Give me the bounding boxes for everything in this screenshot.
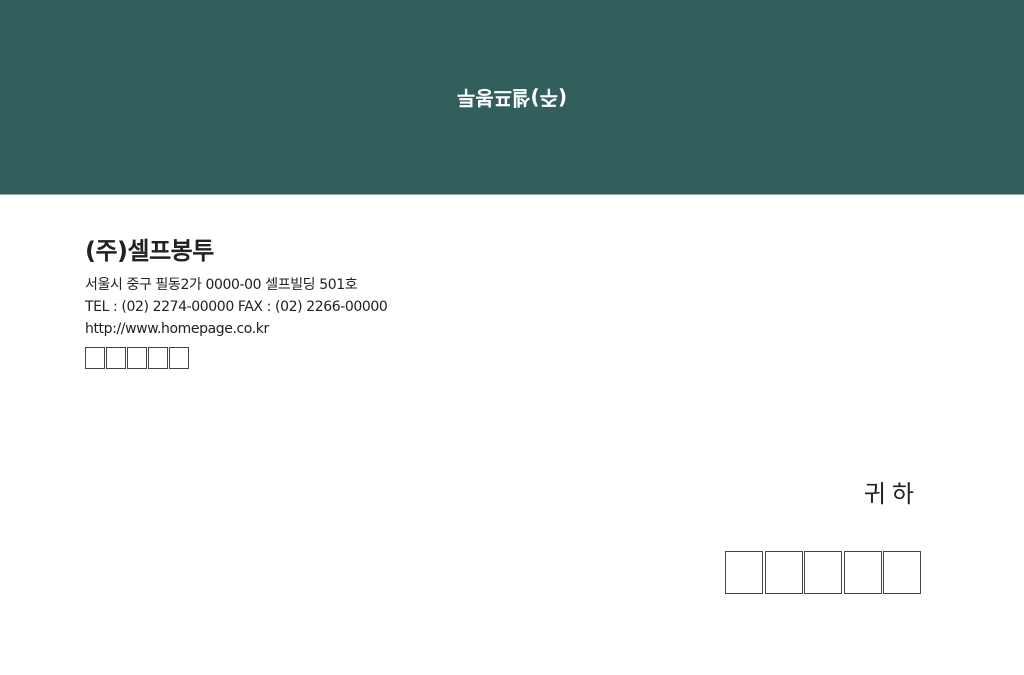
sender-postal-box bbox=[85, 347, 105, 369]
sender-company-name: (주)셀프봉투 bbox=[85, 237, 214, 265]
sender-phone-fax: TEL : (02) 2274-00000 FAX : (02) 2266-00… bbox=[85, 299, 388, 315]
recipient-postal-box bbox=[804, 551, 842, 594]
sender-address: 서울시 중구 필동2가 0000-00 셀프빌딩 501호 bbox=[85, 277, 358, 293]
sender-website: http://www.homepage.co.kr bbox=[85, 321, 269, 337]
recipient-postal-box bbox=[843, 551, 882, 594]
sender-postal-box bbox=[127, 347, 147, 369]
sender-postal-box bbox=[169, 347, 189, 369]
sender-postal-code-boxes bbox=[85, 347, 387, 369]
sender-postal-box bbox=[148, 347, 168, 369]
recipient-postal-box bbox=[764, 551, 803, 594]
flap-company-name: (주)셀프봉투 bbox=[456, 86, 568, 110]
recipient-postal-box bbox=[725, 551, 763, 594]
envelope-flap: (주)셀프봉투 bbox=[0, 0, 1024, 195]
recipient-honorific: 귀하 bbox=[863, 480, 920, 508]
recipient-postal-box bbox=[883, 551, 921, 594]
sender-block: (주)셀프봉투 서울시 중구 필동2가 0000-00 셀프빌딩 501호 TE… bbox=[85, 234, 388, 369]
sender-postal-box bbox=[106, 347, 126, 369]
recipient-postal-code-boxes bbox=[725, 551, 923, 594]
